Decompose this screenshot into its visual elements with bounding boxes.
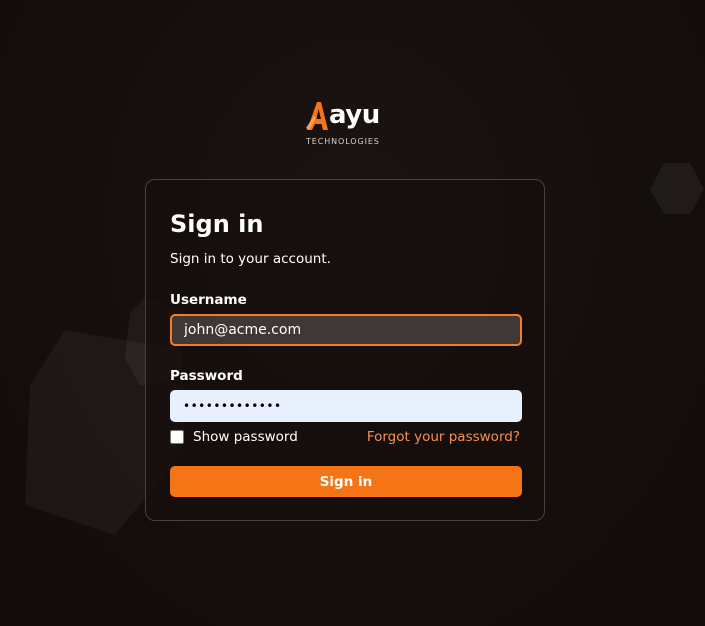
signin-card: Sign in Sign in to your account. Usernam…	[145, 179, 545, 521]
page-subtitle: Sign in to your account.	[170, 251, 331, 267]
logo-a-icon	[306, 102, 328, 130]
password-label: Password	[170, 368, 243, 384]
show-password-toggle[interactable]: Show password	[170, 428, 298, 446]
page-title: Sign in	[170, 210, 264, 238]
forgot-password-link[interactable]: Forgot your password?	[367, 428, 520, 446]
signin-button[interactable]: Sign in	[170, 466, 522, 497]
logo-name: ayu	[329, 100, 380, 130]
password-mask: •••••••••••••	[183, 399, 282, 413]
logo-tagline: TECHNOLOGIES	[306, 137, 380, 146]
background-hexagon-right	[650, 163, 704, 214]
show-password-checkbox[interactable]	[170, 430, 184, 444]
username-label: Username	[170, 292, 247, 308]
show-password-label: Show password	[193, 429, 298, 445]
password-input[interactable]: •••••••••••••	[170, 390, 522, 422]
logo-wordmark: ayu	[306, 100, 380, 130]
company-logo: ayu TECHNOLOGIES	[306, 100, 388, 148]
username-input[interactable]	[170, 314, 522, 346]
login-page: { "brand": { "name": "ayu", "tagline": "…	[0, 0, 705, 626]
